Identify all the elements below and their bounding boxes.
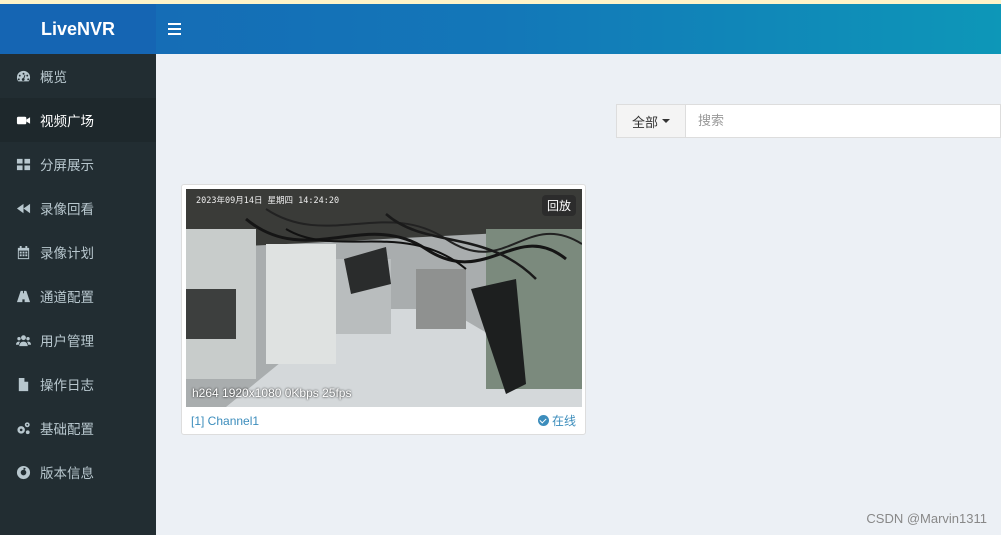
online-status: 在线 (537, 412, 576, 429)
channel-name-link[interactable]: [1] Channel1 (191, 414, 259, 428)
search-input[interactable] (685, 104, 1001, 138)
video-snapshot[interactable]: 2023年09月14日 星期四 14:24:20 回放 h264 1920x10… (186, 189, 582, 407)
sidebar-item-overview[interactable]: 概览 (0, 54, 156, 98)
sidebar-item-version-info[interactable]: 版本信息 (0, 450, 156, 494)
sidebar-item-operation-log[interactable]: 操作日志 (0, 362, 156, 406)
sidebar-item-channel-config[interactable]: 通道配置 (0, 274, 156, 318)
sidebar-item-split-screen[interactable]: 分屏展示 (0, 142, 156, 186)
sidebar: 概览 视频广场 分屏展示 录像回看 录像计划 通道配置 用户管理 操作日志 基础… (0, 54, 156, 535)
filter-dropdown-label: 全部 (631, 115, 658, 131)
channel-card[interactable]: 2023年09月14日 星期四 14:24:20 回放 h264 1920x10… (181, 184, 586, 435)
sidebar-item-label: 用户管理 (40, 334, 94, 350)
search-bar: 全部 (616, 104, 1001, 138)
sidebar-item-playback[interactable]: 录像回看 (0, 186, 156, 230)
sidebar-item-record-plan[interactable]: 录像计划 (0, 230, 156, 274)
menu-toggle-icon[interactable] (168, 19, 188, 39)
camera-scene-image (186, 189, 582, 407)
app-logo[interactable]: LiveNVR (0, 4, 156, 54)
card-footer: [1] Channel1 在线 (182, 407, 585, 434)
caret-down-icon (662, 119, 670, 123)
sidebar-item-label: 录像回看 (40, 202, 94, 218)
stream-info: h264 1920x1080 0Kbps 25fps (192, 386, 352, 400)
sidebar-item-label: 分屏展示 (40, 158, 94, 174)
sidebar-item-label: 通道配置 (40, 290, 94, 306)
backward-icon (14, 200, 32, 216)
watermark: CSDN @Marvin1311 (866, 511, 987, 526)
video-camera-icon (14, 112, 32, 128)
sidebar-item-user-management[interactable]: 用户管理 (0, 318, 156, 362)
dashboard-icon (14, 68, 32, 84)
users-icon (14, 332, 32, 348)
calendar-icon (14, 244, 32, 260)
replay-button[interactable]: 回放 (541, 195, 576, 216)
road-icon (14, 288, 32, 304)
sidebar-item-label: 版本信息 (40, 466, 94, 482)
check-circle-icon (537, 415, 549, 426)
grid-icon (14, 156, 32, 172)
life-ring-icon (14, 464, 32, 480)
sidebar-item-label: 录像计划 (40, 246, 94, 262)
gears-icon (14, 420, 32, 436)
top-header: LiveNVR (0, 4, 1001, 54)
sidebar-item-label: 概览 (40, 70, 67, 86)
sidebar-item-video-square[interactable]: 视频广场 (0, 98, 156, 142)
file-icon (14, 376, 32, 392)
sidebar-item-label: 操作日志 (40, 378, 94, 394)
filter-dropdown[interactable]: 全部 (616, 104, 685, 138)
video-osd-timestamp: 2023年09月14日 星期四 14:24:20 (196, 196, 340, 206)
sidebar-item-label: 基础配置 (40, 422, 94, 438)
sidebar-item-basic-config[interactable]: 基础配置 (0, 406, 156, 450)
sidebar-item-label: 视频广场 (40, 114, 94, 130)
status-label: 在线 (551, 414, 576, 428)
